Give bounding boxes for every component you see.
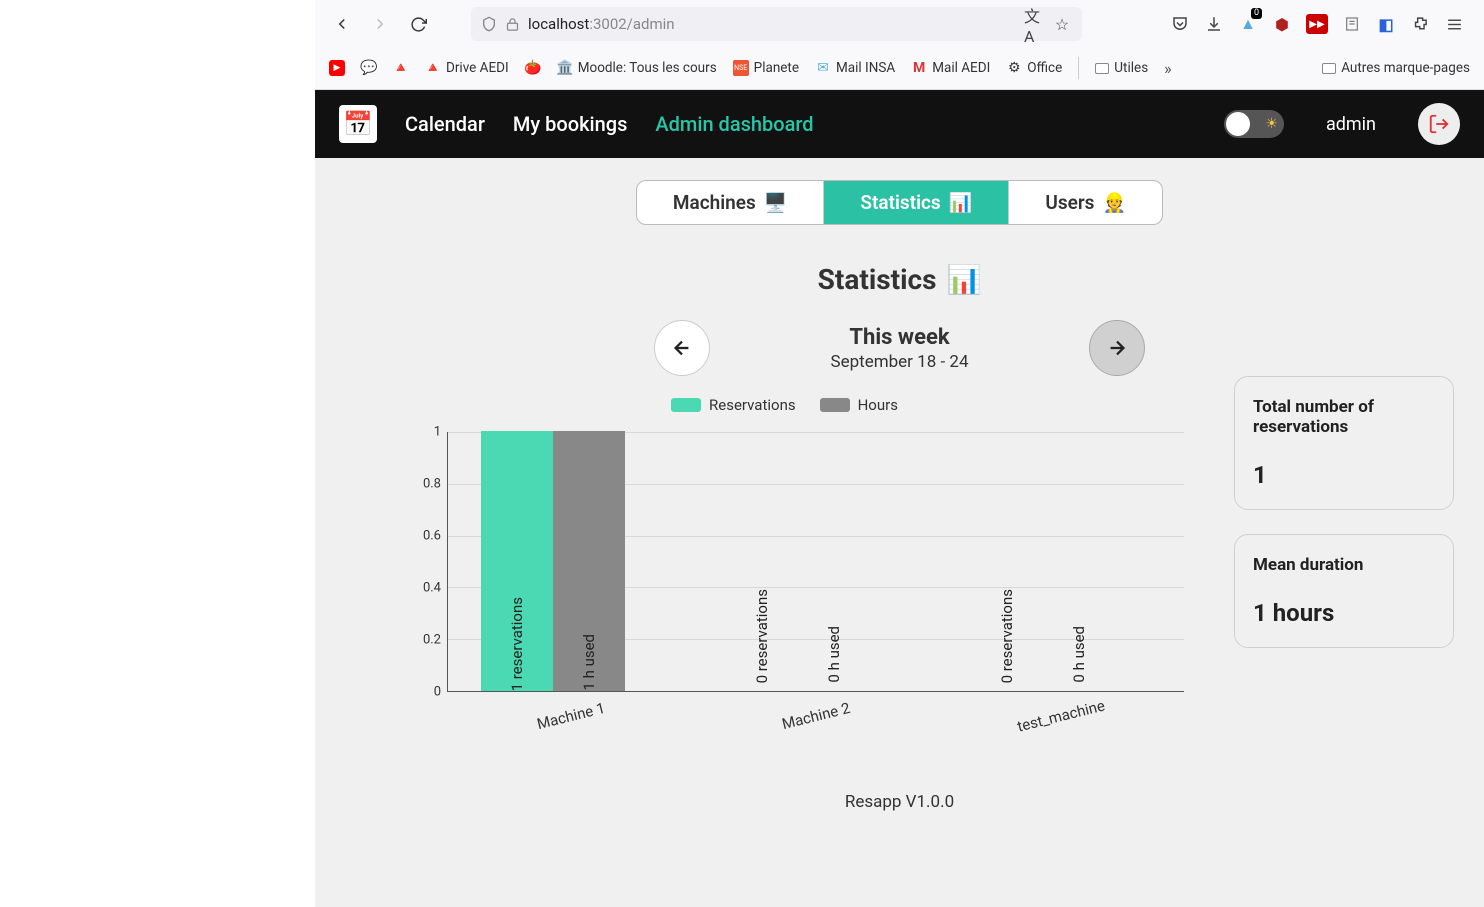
x-axis-label: test_machine (1016, 696, 1107, 735)
url-bar[interactable]: localhost:3002/admin 文A ☆ (471, 7, 1082, 41)
nav-admin-dashboard[interactable]: Admin dashboard (655, 112, 813, 136)
browser-toolbar: localhost:3002/admin 文A ☆ ▲0 ⬢ ▶▶ ◧ (315, 0, 1484, 48)
reload-button[interactable] (403, 9, 433, 39)
pocket-icon[interactable] (1170, 14, 1190, 34)
bar-hours: 1 h used (553, 431, 625, 691)
reader-icon[interactable] (1342, 14, 1362, 34)
ublock-icon[interactable]: ⬢ (1272, 14, 1292, 34)
menu-icon[interactable] (1444, 14, 1464, 34)
bookmark-office[interactable]: ⚙Office (1006, 60, 1062, 76)
week-navigator: This week September 18 - 24 (315, 320, 1484, 376)
logout-button[interactable] (1418, 103, 1460, 145)
ext-icon-1[interactable]: ◧ (1376, 14, 1396, 34)
prev-week-button[interactable] (654, 320, 710, 376)
bookmark-drive1[interactable]: 🔺 (393, 60, 409, 76)
bookmark-moodle[interactable]: 🏛️Moodle: Tous les cours (557, 60, 717, 76)
arrow-right-icon (1106, 337, 1128, 359)
page-title: Statistics 📊 (315, 263, 1484, 296)
next-week-button[interactable] (1089, 320, 1145, 376)
bookmark-tomato[interactable]: 🍅 (525, 60, 541, 76)
yt-icon[interactable]: ▶▶ (1306, 14, 1328, 34)
url-host: localhost (528, 15, 589, 33)
chart-icon: 📊 (949, 191, 973, 214)
bookmark-planete[interactable]: NSEPlanete (733, 60, 799, 76)
computer-icon: 🖥️ (764, 191, 788, 214)
tab-machines[interactable]: Machines🖥️ (637, 181, 825, 224)
stats-cards: Total number of reservations 1 Mean dura… (1234, 376, 1454, 742)
logout-icon (1428, 113, 1450, 135)
toolbar-right: ▲0 ⬢ ▶▶ ◧ (1170, 14, 1472, 34)
card-total-reservations: Total number of reservations 1 (1234, 376, 1454, 510)
week-title: This week (830, 325, 968, 350)
bookmarks-overflow[interactable]: » (1164, 59, 1172, 78)
toggle-knob (1226, 112, 1250, 136)
bookmark-folder-utiles[interactable]: Utiles (1095, 60, 1148, 76)
bookmark-drive-aedi[interactable]: 🔺Drive AEDI (425, 60, 509, 76)
shield-icon (481, 16, 497, 32)
bookmark-star-icon[interactable]: ☆ (1052, 14, 1072, 34)
notif-icon[interactable]: ▲0 (1238, 14, 1258, 34)
extensions-icon[interactable] (1410, 14, 1430, 34)
user-icon: 👷 (1102, 191, 1126, 214)
bookmark-youtube[interactable]: ▶ (329, 60, 345, 76)
app-root: 📅 Calendar My bookings Admin dashboard ☀… (315, 90, 1484, 907)
arrow-left-icon (671, 337, 693, 359)
week-range: September 18 - 24 (830, 352, 968, 372)
app-header: 📅 Calendar My bookings Admin dashboard ☀… (315, 90, 1484, 158)
legend-swatch-hours (820, 398, 850, 412)
bookmark-mail-aedi[interactable]: MMail AEDI (911, 60, 990, 76)
other-bookmarks[interactable]: Autres marque-pages (1322, 60, 1470, 76)
tab-users[interactable]: Users👷 (1009, 181, 1162, 224)
legend-swatch-reservations (671, 398, 701, 412)
app-footer: Resapp V1.0.0 (315, 792, 1484, 812)
lock-icon (505, 17, 520, 32)
bookmark-messenger[interactable]: 💬 (361, 60, 377, 76)
bookmarks-bar: ▶ 💬 🔺 🔺Drive AEDI 🍅 🏛️Moodle: Tous les c… (315, 48, 1484, 88)
translate-icon[interactable]: 文A (1024, 14, 1044, 34)
chart-legend: Reservations Hours (375, 396, 1194, 414)
bar-chart: 00.20.40.60.81 1 reservations1 h usedMac… (405, 432, 1194, 742)
url-path: :3002/admin (589, 15, 674, 33)
tab-statistics[interactable]: Statistics📊 (824, 181, 1009, 224)
forward-button[interactable] (365, 9, 395, 39)
theme-toggle[interactable]: ☀ (1224, 110, 1284, 138)
bookmark-mail-insa[interactable]: ✉Mail INSA (815, 60, 895, 76)
download-icon[interactable] (1204, 14, 1224, 34)
nav-calendar[interactable]: Calendar (405, 112, 485, 136)
sun-icon: ☀ (1265, 116, 1278, 132)
bar-reservations: 1 reservations (481, 431, 553, 691)
x-axis-label: Machine 2 (780, 699, 852, 733)
admin-tabs: Machines🖥️ Statistics📊 Users👷 (315, 180, 1484, 225)
app-logo[interactable]: 📅 (339, 105, 377, 143)
browser-chrome: localhost:3002/admin 文A ☆ ▲0 ⬢ ▶▶ ◧ ▶ 💬 … (315, 0, 1484, 90)
x-axis-label: Machine 1 (535, 699, 607, 733)
back-button[interactable] (327, 9, 357, 39)
stats-icon: 📊 (946, 263, 981, 296)
nav-my-bookings[interactable]: My bookings (513, 112, 627, 136)
user-label: admin (1326, 114, 1376, 135)
chart-area: Reservations Hours 00.20.40.60.81 1 rese… (375, 396, 1194, 742)
card-mean-duration: Mean duration 1 hours (1234, 534, 1454, 648)
